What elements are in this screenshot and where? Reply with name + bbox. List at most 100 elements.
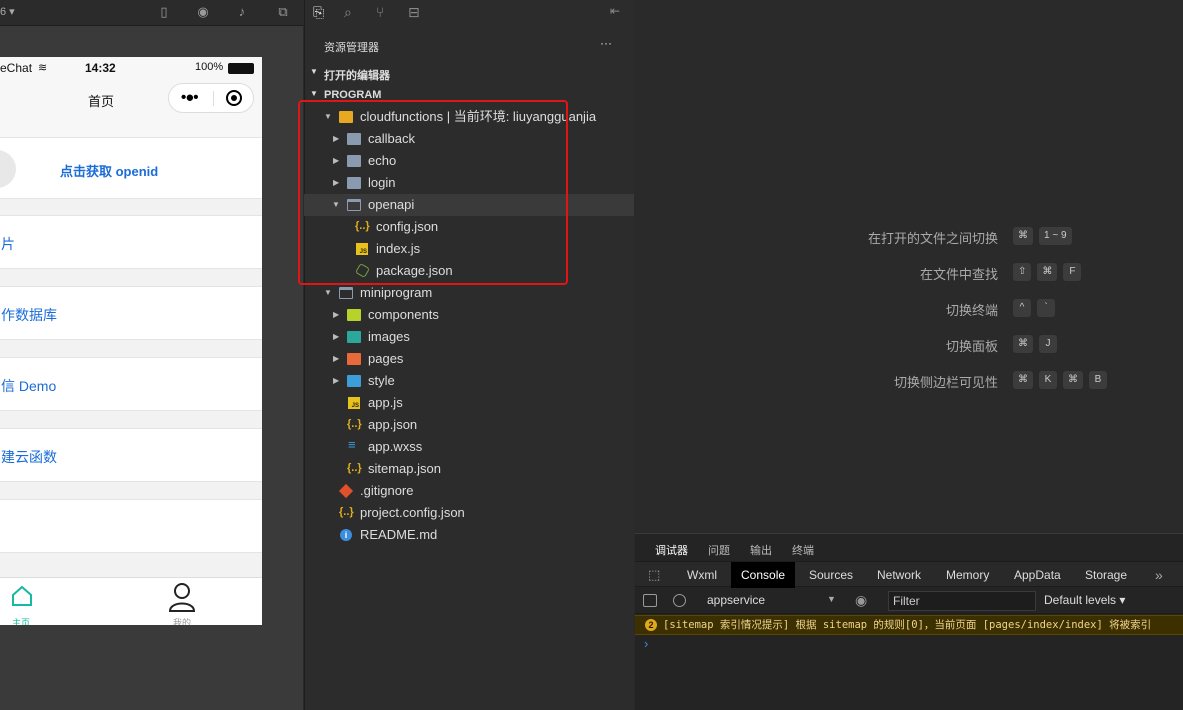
user-icon [168,583,196,612]
key: K [1039,371,1057,389]
open-editors-section[interactable]: 打开的编辑器 [324,67,390,83]
record-icon[interactable]: ◉ [196,5,210,19]
more-actions-icon[interactable]: ··· [600,36,612,50]
list-item[interactable]: 作数据库 [0,286,262,340]
tree-item-style[interactable]: ▶ style [304,370,634,392]
tab-mine-label: 我的 [173,618,192,625]
tab-home[interactable] [10,584,34,613]
tree-item-miniprogram[interactable]: ▼ miniprogram [304,282,634,304]
phone-icon[interactable]: ▯ [157,5,171,19]
console-prompt[interactable]: › [644,636,648,651]
eye-icon[interactable]: ◉ [855,592,867,609]
tab-problems[interactable]: 问题 [708,542,730,558]
tab-storage[interactable]: Storage [1075,562,1137,588]
key: ⌘ [1013,335,1033,353]
filter-input[interactable]: Filter [888,591,1036,611]
folder-images-icon [347,331,361,343]
chevron-right-icon: ▶ [333,332,340,341]
phone-screen: eChat ≋ 14:32 100% 首页 •●• 点击获取 openid 片 … [0,57,262,625]
tab-sources[interactable]: Sources [799,562,863,588]
tree-item-label: miniprogram [360,285,433,300]
wifi-icon: ≋ [38,62,48,74]
explorer-title: 资源管理器 [324,42,379,54]
debug-icon[interactable]: ⊟ [408,4,420,21]
search-icon[interactable]: ⌕ [344,4,352,21]
key: J [1039,335,1057,353]
key: F [1063,263,1082,281]
tab-memory[interactable]: Memory [936,562,999,588]
shortcut-desc: 在文件中查找 [919,267,998,282]
tab-home-label: 主页 [12,618,31,625]
tree-item-app-wxss[interactable]: ≡ app.wxss [304,436,634,458]
capsule-menu: •●• [168,83,254,113]
list-item[interactable]: 建云函数 [0,428,262,482]
highlight-box [298,100,568,285]
tab-output[interactable]: 输出 [750,542,772,558]
tree-item-label: app.js [368,395,403,410]
console-toolbar: appservice ▼ ◉ Filter Default levels ▾ [635,588,1183,614]
tree-item-pages[interactable]: ▶ pages [304,348,634,370]
tree-item-label: style [368,373,395,388]
tree-item-app-js[interactable]: app.js [304,392,634,414]
simulator-device-select[interactable]: 6 ▾ [0,5,15,18]
info-icon: i [340,529,352,541]
key: ` [1037,299,1055,317]
list-item[interactable]: 信 Demo [0,357,262,411]
close-target-icon[interactable] [226,90,242,106]
shortcut-keys: ⇧ ⌘ F [1013,262,1087,281]
folder-open-icon [339,287,353,299]
tab-debugger[interactable]: 调试器 [655,542,688,558]
json-icon: {..} [347,462,362,474]
battery-icon [228,63,254,74]
openid-card[interactable]: 点击获取 openid [0,137,262,199]
devtools-tabs: ⬚ Wxml Console Sources Network Memory Ap… [635,561,1183,588]
tab-network[interactable]: Network [867,562,931,588]
tree-item-readme[interactable]: i README.md [304,524,634,546]
tab-appdata[interactable]: AppData [1004,562,1071,588]
tree-item-label: app.json [368,417,418,432]
shortcut-desc: 切换面板 [945,339,998,354]
tree-item-sitemap-json[interactable]: {..} sitemap.json [304,458,634,480]
mute-icon[interactable]: ♪ [235,5,249,19]
tab-mine[interactable] [168,582,196,617]
folder-components-icon [347,309,361,321]
list-item[interactable]: 片 [0,215,262,269]
context-select[interactable]: appservice [707,593,765,607]
tree-item-label: pages [368,351,404,366]
tab-console[interactable]: Console [731,562,796,588]
shortcut-desc: 切换侧边栏可见性 [893,375,998,390]
files-icon[interactable]: ⎘ [313,4,324,21]
chevron-right-icon: ▶ [333,376,340,385]
json-icon: {..} [347,418,362,430]
get-openid-link[interactable]: 点击获取 openid [60,161,158,180]
key: 1 ~ 9 [1039,227,1072,245]
status-time: 14:32 [85,61,116,75]
inspect-icon[interactable]: ⬚ [638,562,670,588]
tab-wxml[interactable]: Wxml [677,562,727,588]
more-tabs-icon[interactable]: » [1145,562,1173,588]
tab-terminal[interactable]: 终端 [792,542,814,558]
tree-item-gitignore[interactable]: .gitignore [304,480,634,502]
sidebar-toggle-icon[interactable] [643,594,657,607]
key: ⌘ [1013,371,1033,389]
tree-item-app-json[interactable]: {..} app.json [304,414,634,436]
collapse-panel-icon[interactable]: ⇤ [610,4,620,18]
page-title: 首页 [88,94,115,109]
git-branch-icon[interactable]: ⑂ [376,4,384,20]
chevron-right-icon: ▶ [333,354,340,363]
status-carrier: eChat [0,61,33,75]
clear-console-icon[interactable] [673,594,686,607]
tree-item-label: project.config.json [360,505,465,520]
chevron-down-icon: ▼ [827,594,836,604]
list-item[interactable] [0,499,262,553]
window-icon[interactable]: ⧉ [276,5,290,19]
tree-item-project-config-json[interactable]: {..} project.config.json [304,502,634,524]
tree-item-components[interactable]: ▶ components [304,304,634,326]
list-item-label: 作数据库 [1,307,57,323]
shortcut-keys: ⌘ 1 ~ 9 [1013,226,1078,245]
tree-item-images[interactable]: ▶ images [304,326,634,348]
log-levels-select[interactable]: Default levels ▾ [1044,593,1125,607]
key: ⇧ [1013,263,1032,281]
more-icon[interactable]: •●• [181,89,199,106]
chevron-down-icon: ▼ [310,67,318,76]
